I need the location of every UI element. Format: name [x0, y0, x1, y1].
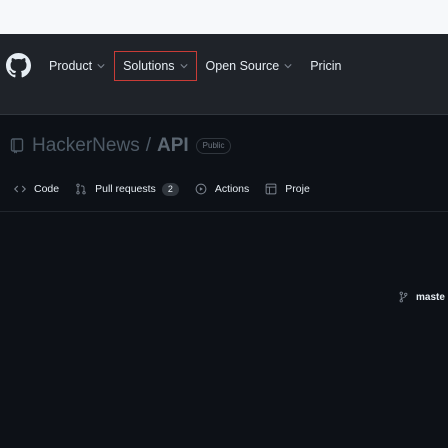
- tab-code[interactable]: Code: [6, 177, 67, 201]
- nav-solutions[interactable]: Solutions: [114, 51, 197, 81]
- nav-pricing-label: Pricin: [310, 59, 342, 73]
- nav-product[interactable]: Product: [40, 51, 114, 81]
- repo-owner-link[interactable]: HackerNews: [32, 135, 140, 157]
- tab-code-label: Code: [34, 183, 60, 195]
- chevron-down-icon: [179, 64, 188, 69]
- tab-actions[interactable]: Actions: [187, 177, 257, 201]
- tab-pull-requests-label: Pull requests: [95, 183, 156, 195]
- table-icon: [265, 183, 277, 195]
- repo-separator: /: [145, 135, 151, 156]
- repo-tabs: Code Pull requests 2 Actions Proje: [6, 177, 318, 201]
- nav-open-source[interactable]: Open Source: [197, 51, 302, 81]
- branch-label: maste: [416, 291, 445, 303]
- nav-open-source-label: Open Source: [205, 59, 280, 73]
- repo-name-link[interactable]: API: [157, 135, 189, 157]
- code-icon: [14, 185, 26, 193]
- tab-pull-requests[interactable]: Pull requests 2: [67, 177, 187, 201]
- pull-request-icon: [76, 183, 86, 195]
- tab-projects[interactable]: Proje: [257, 177, 318, 201]
- play-circle-icon: [195, 183, 207, 195]
- chevron-down-icon: [97, 64, 105, 69]
- main-nav: Product Solutions Open Source Pricin: [40, 50, 350, 82]
- branch-selector[interactable]: maste: [398, 291, 445, 303]
- visibility-badge: Public: [195, 138, 232, 154]
- chevron-down-icon: [284, 64, 292, 69]
- tabs-divider: [0, 211, 448, 212]
- tab-actions-label: Actions: [214, 183, 250, 195]
- repo-icon: [10, 138, 24, 154]
- pull-requests-count: 2: [161, 182, 179, 196]
- browser-top-band: [0, 0, 448, 34]
- repo-title: HackerNews / API Public: [10, 135, 232, 157]
- repo-page: HackerNews / API Public Code Pull reques…: [0, 115, 448, 448]
- nav-product-label: Product: [49, 59, 93, 73]
- github-logo-icon[interactable]: [6, 53, 31, 78]
- nav-pricing[interactable]: Pricin: [301, 51, 350, 81]
- site-header: Product Solutions Open Source Pricin: [0, 34, 448, 115]
- tab-projects-label: Proje: [285, 183, 310, 195]
- branch-icon: [399, 291, 408, 303]
- nav-solutions-label: Solutions: [123, 59, 175, 73]
